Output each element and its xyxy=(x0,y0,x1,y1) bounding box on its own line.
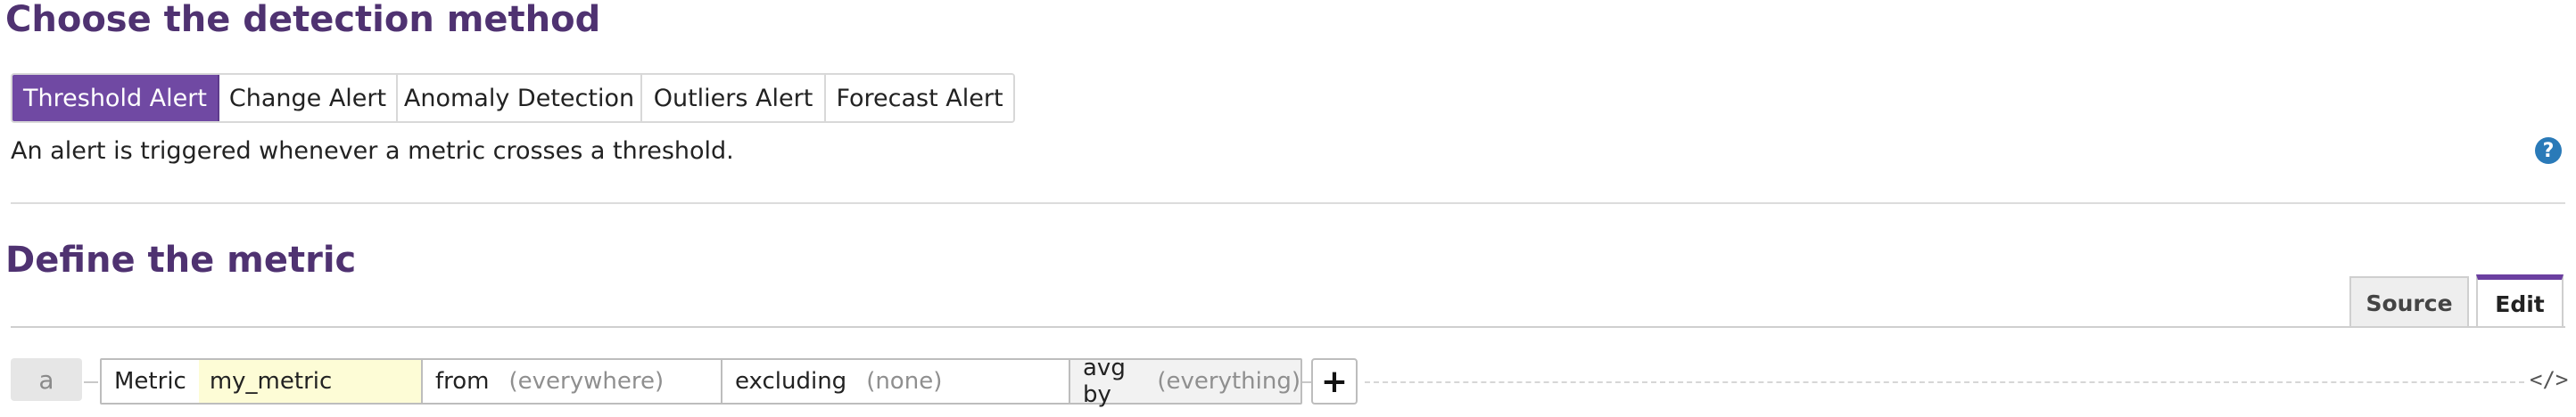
query-label: a xyxy=(11,358,82,401)
detection-method-description: An alert is triggered whenever a metric … xyxy=(11,137,734,165)
tab-edit[interactable]: Edit xyxy=(2476,274,2564,328)
connector-line xyxy=(84,381,98,383)
excluding-segment[interactable]: excluding (none) xyxy=(722,360,1070,403)
detection-method-tabs: Threshold Alert Change Alert Anomaly Det… xyxy=(11,73,1015,123)
add-function-button[interactable]: + xyxy=(1311,358,1358,405)
from-label: from xyxy=(435,368,490,395)
editor-tabs-underline xyxy=(11,326,2565,328)
excluding-label: excluding xyxy=(735,368,847,395)
query-dotted-line xyxy=(1365,381,2524,383)
from-segment[interactable]: from (everywhere) xyxy=(423,360,722,403)
excluding-input[interactable]: (none) xyxy=(846,368,942,395)
tab-threshold-alert[interactable]: Threshold Alert xyxy=(12,75,219,121)
metric-input[interactable]: my_metric xyxy=(198,360,421,403)
metric-query-builder: Metric my_metric from (everywhere) exclu… xyxy=(100,355,1302,408)
tab-change-alert[interactable]: Change Alert xyxy=(219,75,398,121)
connector-line xyxy=(1302,381,1311,383)
avg-by-input[interactable]: (everything) xyxy=(1137,368,1300,395)
tab-anomaly-detection[interactable]: Anomaly Detection xyxy=(398,75,642,121)
tab-outliers-alert[interactable]: Outliers Alert xyxy=(642,75,826,121)
define-metric-title: Define the metric xyxy=(5,240,357,281)
avg-by-label: avg by xyxy=(1083,355,1126,408)
detection-method-title: Choose the detection method xyxy=(5,0,601,40)
help-icon[interactable]: ? xyxy=(2535,137,2562,164)
metric-label: Metric xyxy=(114,368,186,395)
section-divider xyxy=(11,202,2565,204)
tab-forecast-alert[interactable]: Forecast Alert xyxy=(826,75,1013,121)
from-input[interactable]: (everywhere) xyxy=(490,368,665,395)
avg-by-segment[interactable]: avg by (everything) xyxy=(1070,355,1300,408)
tab-source[interactable]: Source xyxy=(2349,276,2469,328)
metric-segment[interactable]: Metric my_metric xyxy=(102,360,423,403)
code-icon[interactable]: </> xyxy=(2530,367,2568,392)
